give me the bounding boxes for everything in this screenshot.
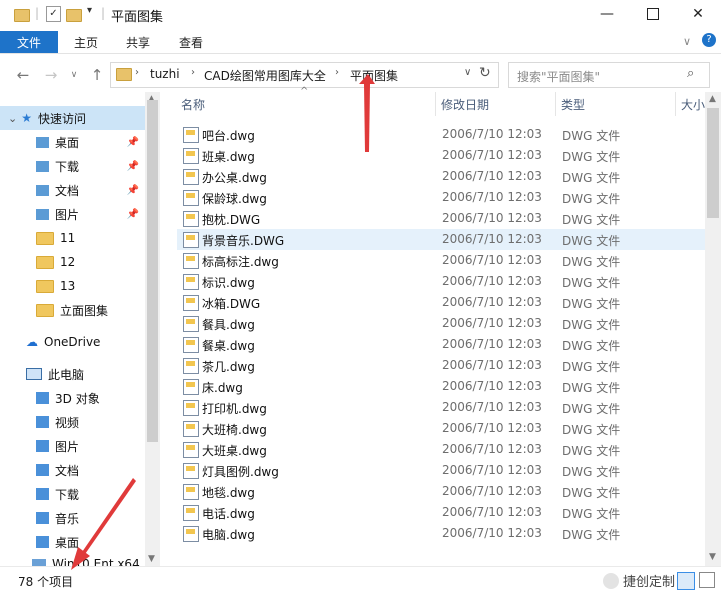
arrow-to-current-folder [359,74,375,152]
arrow-to-item-count [71,478,136,570]
annotation-arrows [71,74,375,570]
